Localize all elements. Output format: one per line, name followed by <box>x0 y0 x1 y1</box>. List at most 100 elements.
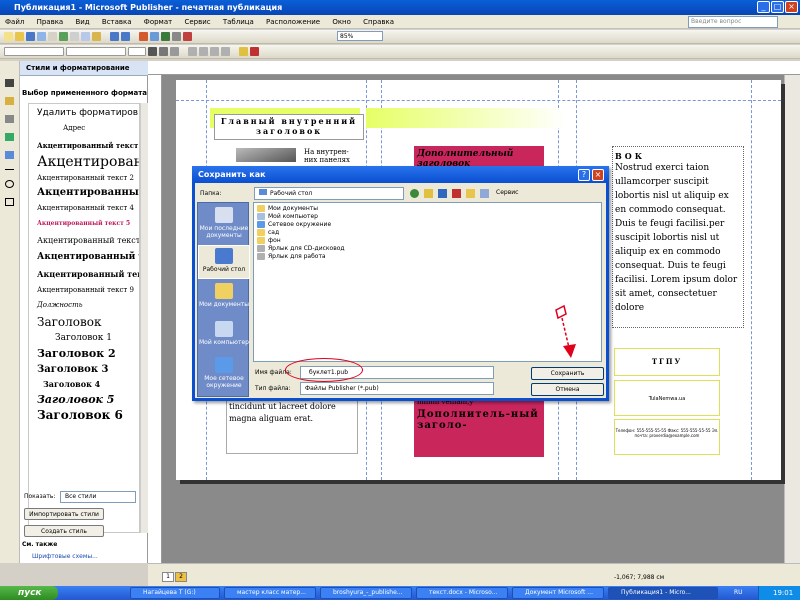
style-item[interactable]: Акцентированный текст 2 <box>29 170 139 182</box>
taskbar-item[interactable]: broshyura_-_publishe... <box>320 587 412 599</box>
file-item[interactable]: Ярлык для CD-дисковод <box>257 245 345 253</box>
pink-box[interactable]: minim veniam,y Дополнитель-ный заголо- <box>414 395 544 457</box>
paste-icon[interactable] <box>92 32 101 41</box>
style-item[interactable]: Заголовок 3 <box>29 360 139 375</box>
bold-icon[interactable] <box>148 47 157 56</box>
minimize-button[interactable]: _ <box>757 1 770 13</box>
style-item[interactable]: Акцентированный тек <box>29 262 139 279</box>
file-item[interactable]: Мой компьютер <box>257 213 318 221</box>
start-button[interactable]: пуск <box>0 586 58 600</box>
delete-icon[interactable] <box>452 189 461 198</box>
style-list-scrollbar[interactable] <box>140 103 148 533</box>
page-1-button[interactable]: 1 <box>162 572 174 582</box>
file-item[interactable]: фон <box>257 237 281 245</box>
show-select[interactable]: Все стили <box>60 491 136 503</box>
copy-icon[interactable] <box>81 32 90 41</box>
menu-file[interactable]: Файл <box>0 15 29 29</box>
place-network[interactable]: Мое сетевое окружение <box>198 357 250 389</box>
redo-icon[interactable] <box>121 32 130 41</box>
line-icon[interactable] <box>5 169 14 170</box>
style-item[interactable]: Заголовок 2 <box>29 343 139 360</box>
rectangle-icon[interactable] <box>5 198 14 206</box>
style-item[interactable]: Акцентирован <box>29 150 139 170</box>
style-item[interactable]: Акцентированный текст <box>29 132 139 150</box>
dialog-help-button[interactable]: ? <box>578 169 590 181</box>
preview-icon[interactable] <box>48 32 57 41</box>
filetype-select[interactable]: Файлы Publisher (*.pub) <box>300 382 494 395</box>
print-icon[interactable] <box>37 32 46 41</box>
create-style-button[interactable]: Создать стиль <box>24 525 104 537</box>
tools-menu[interactable]: Сервис <box>496 189 518 196</box>
taskbar-item-active[interactable]: Публикация1 - Micro... <box>608 587 718 599</box>
align-right-icon[interactable] <box>210 47 219 56</box>
font-size-select[interactable] <box>128 47 146 56</box>
undo-icon[interactable] <box>110 32 119 41</box>
menu-arrange[interactable]: Расположение <box>261 15 325 29</box>
style-item[interactable]: Должность <box>29 294 139 309</box>
wordart-icon[interactable] <box>5 133 14 141</box>
style-item[interactable]: Заголовок 6 <box>29 406 139 422</box>
save-button[interactable]: Сохранить <box>531 367 604 380</box>
views-icon[interactable] <box>480 189 489 198</box>
text-column[interactable]: ВОК Nostrud exerci taion ullamcorper sus… <box>612 146 744 328</box>
style-list[interactable]: Удалить форматиров Адрес Акцентированный… <box>28 103 140 533</box>
style-item[interactable]: Заголовок 1 <box>29 329 139 343</box>
underline-icon[interactable] <box>170 47 179 56</box>
maximize-button[interactable]: □ <box>771 1 784 13</box>
taskbar-item[interactable]: Нагайцева Т (G:) <box>130 587 220 599</box>
style-item[interactable]: Удалить форматиров <box>29 104 139 118</box>
cut-icon[interactable] <box>70 32 79 41</box>
font-schemes-link[interactable]: Шрифтовые схемы... <box>32 553 98 560</box>
style-item[interactable]: Акцентированный текст 5 <box>29 212 139 227</box>
up-folder-icon[interactable] <box>424 189 433 198</box>
columns-icon[interactable] <box>172 32 181 41</box>
style-item[interactable]: Акцентированный текст <box>29 227 139 245</box>
italic-icon[interactable] <box>159 47 168 56</box>
fill-color-icon[interactable] <box>239 47 248 56</box>
bring-front-icon[interactable] <box>139 32 148 41</box>
open-icon[interactable] <box>15 32 24 41</box>
place-my-computer[interactable]: Мой компьютер <box>198 321 250 346</box>
zoom-select[interactable]: 85% <box>337 31 383 41</box>
style-item[interactable]: Акцентированный текст 4 <box>29 198 139 212</box>
org-name[interactable]: ТГПУ <box>614 348 720 376</box>
font-select[interactable] <box>66 47 126 56</box>
file-item[interactable]: Сетевое окружение <box>257 221 331 229</box>
new-icon[interactable] <box>4 32 13 41</box>
style-item[interactable]: Заголовок <box>29 309 139 329</box>
align-center-icon[interactable] <box>199 47 208 56</box>
text-box-icon[interactable] <box>5 97 14 105</box>
send-back-icon[interactable] <box>150 32 159 41</box>
vertical-scrollbar[interactable] <box>784 75 800 563</box>
menu-view[interactable]: Вид <box>70 15 94 29</box>
style-item[interactable]: Адрес <box>29 118 139 132</box>
oval-icon[interactable] <box>5 180 14 188</box>
file-item[interactable]: Мои документы <box>257 205 318 213</box>
dialog-close-button[interactable]: × <box>592 169 604 181</box>
place-recent[interactable]: Мои последние документы <box>198 207 250 239</box>
back-icon[interactable] <box>410 189 419 198</box>
taskbar-item[interactable]: Документ Microsoft ... <box>512 587 604 599</box>
help-search-input[interactable]: Введите вопрос <box>688 16 778 28</box>
main-inner-heading[interactable]: Главный внутренний заголовок <box>214 114 364 140</box>
menu-edit[interactable]: Правка <box>32 15 69 29</box>
save-icon[interactable] <box>26 32 35 41</box>
new-folder-icon[interactable] <box>466 189 475 198</box>
cancel-button[interactable]: Отмена <box>531 383 604 396</box>
picture-icon[interactable] <box>5 151 14 159</box>
menu-insert[interactable]: Вставка <box>97 15 137 29</box>
menu-help[interactable]: Справка <box>358 15 399 29</box>
file-item[interactable]: сад <box>257 229 279 237</box>
picture-placeholder[interactable] <box>236 148 296 162</box>
place-my-documents[interactable]: Мои документы <box>198 283 250 308</box>
style-item[interactable]: Заголовок 4 <box>29 375 139 389</box>
org-url[interactable]: TulaNemwa.ua <box>614 380 720 416</box>
contact-info[interactable]: Телефон: 555-555-55-55 Факс: 555-555-55-… <box>614 419 720 455</box>
style-item[interactable]: Акцентированный <box>29 182 139 198</box>
menu-window[interactable]: Окно <box>327 15 356 29</box>
horizontal-ruler[interactable] <box>148 61 800 75</box>
style-item[interactable]: Акцентированный т <box>29 245 139 262</box>
place-desktop[interactable]: Рабочий стол <box>198 245 250 279</box>
pointer-icon[interactable] <box>5 79 14 87</box>
page-2-button[interactable]: 2 <box>175 572 187 582</box>
